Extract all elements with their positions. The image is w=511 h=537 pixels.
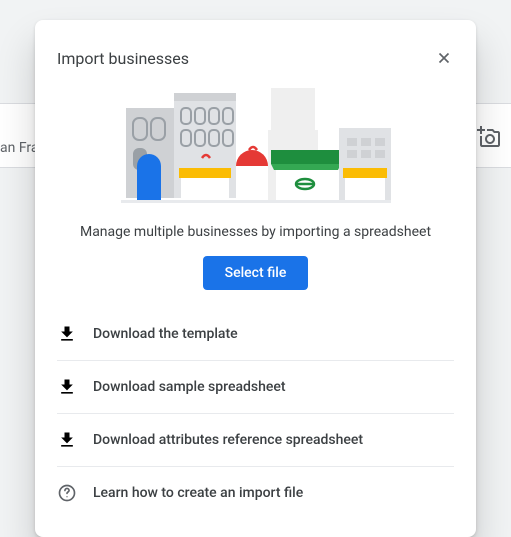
learn-how-link[interactable]: Learn how to create an import file [57, 467, 454, 519]
download-sample-link[interactable]: Download sample spreadsheet [57, 361, 454, 414]
link-label: Download the template [93, 326, 238, 342]
dialog-subtitle: Manage multiple businesses by importing … [35, 224, 476, 240]
link-label: Download attributes reference spreadshee… [93, 432, 363, 448]
download-icon [57, 377, 77, 397]
buildings-illustration [35, 88, 476, 210]
download-icon [57, 324, 77, 344]
download-template-link[interactable]: Download the template [57, 308, 454, 361]
download-icon [57, 430, 77, 450]
help-icon [57, 483, 77, 503]
background-text-fragment: an Fra [0, 140, 38, 156]
link-label: Learn how to create an import file [93, 485, 303, 501]
close-icon [435, 49, 453, 67]
dialog-header: Import businesses [35, 20, 476, 78]
link-label: Download sample spreadsheet [93, 379, 286, 395]
import-businesses-dialog: Import businesses [35, 20, 476, 537]
download-attributes-link[interactable]: Download attributes reference spreadshee… [57, 414, 454, 467]
add-photo-icon[interactable] [477, 125, 501, 149]
select-file-button[interactable]: Select file [203, 256, 309, 290]
close-button[interactable] [424, 38, 464, 78]
links-list: Download the template Download sample sp… [35, 300, 476, 537]
dialog-title: Import businesses [57, 49, 189, 68]
